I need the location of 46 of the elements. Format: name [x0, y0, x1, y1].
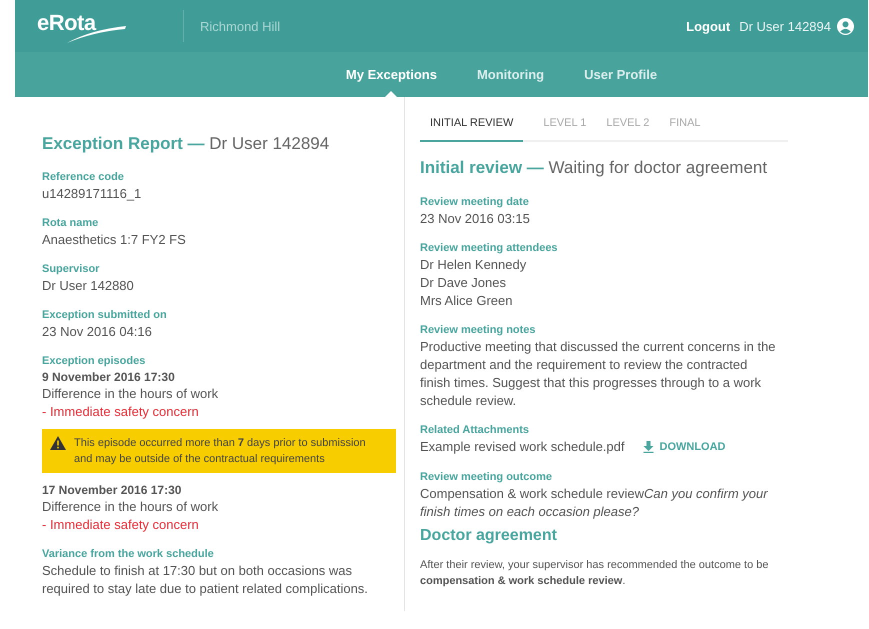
field-value: Dr Helen Kennedy — [420, 256, 528, 274]
field-value: 23 Nov 2016 04:16 — [42, 323, 153, 341]
episode-date: 9 November 2016 17:30 — [42, 369, 176, 385]
logout-link[interactable]: Logout — [686, 18, 730, 34]
field-label: Exception episodes — [42, 354, 146, 369]
field-label: Related Attachments — [420, 423, 530, 438]
review-title: Initial review — Waiting for doctor agreement — [420, 158, 768, 178]
episode-date: 17 November 2016 17:30 — [42, 482, 182, 498]
field-label: Variance from the work schedule — [42, 547, 215, 562]
warning-text: This episode occurred more than 7 days prior to submission and may be outside of the contractual requirements — [74, 436, 367, 467]
site-name: Richmond Hill — [200, 18, 280, 34]
download-link[interactable]: DOWNLOAD — [642, 441, 726, 453]
nav-tab[interactable]: User Profile — [584, 52, 658, 97]
field-value: 23 Nov 2016 03:15 — [420, 210, 531, 228]
download-icon — [642, 441, 654, 453]
field-label: Exception submitted on — [42, 308, 168, 323]
safety-concern: - Immediate safety concern — [42, 516, 200, 534]
field-label: Review meeting notes — [420, 323, 537, 338]
episode-type: Difference in the hours of work — [42, 385, 220, 403]
episode-type: Difference in the hours of work — [42, 498, 220, 516]
field-value: Dr User 142880 — [42, 277, 135, 295]
safety-concern: - Immediate safety concern — [42, 403, 200, 421]
attachment-name: Example revised work schedule.pdf — [420, 438, 624, 456]
user-avatar-icon[interactable] — [837, 18, 854, 34]
field-value: Compensation & work schedule reviewCan you confirm your finish times on each occasion please? — [420, 485, 769, 521]
agreement-text: After their review, your supervisor has recommended the outcome to be compensation & work schedule review. — [420, 558, 770, 589]
field-value: u14289171116_1 — [42, 185, 142, 203]
warning-icon — [50, 436, 66, 450]
field-label: Review meeting date — [420, 195, 530, 210]
field-value: Anaesthetics 1:7 FY2 FS — [42, 231, 187, 249]
logo[interactable]: eRota — [37, 6, 163, 46]
field-label: Review meeting outcome — [420, 470, 554, 485]
field-label: Rota name — [42, 216, 100, 231]
nav-tab[interactable]: Monitoring — [476, 52, 544, 97]
field-value: Productive meeting that discussed the current concerns in the department and the requirement to review the contracted finish times. Suggest that this progresses through to a work schedule review. — [420, 338, 777, 410]
field-value: Mrs Alice Green — [420, 292, 514, 310]
report-title: Exception Report — Dr User 142894 — [42, 134, 330, 154]
field-label: Review meeting attendees — [420, 241, 559, 256]
field-label: Supervisor — [42, 262, 100, 277]
section-heading: Doctor agreement — [420, 527, 558, 545]
nav-tab[interactable]: My Exceptions — [346, 52, 437, 97]
field-label: Reference code — [42, 170, 125, 185]
field-value: Schedule to finish at 17:30 but on both occasions was required to stay late due to patient related complications. — [42, 562, 369, 598]
user-name: Dr User 142894 — [739, 18, 831, 34]
review-tab[interactable]: INITIAL REVIEW — [420, 114, 524, 142]
field-value: Dr Dave Jones — [420, 274, 507, 292]
